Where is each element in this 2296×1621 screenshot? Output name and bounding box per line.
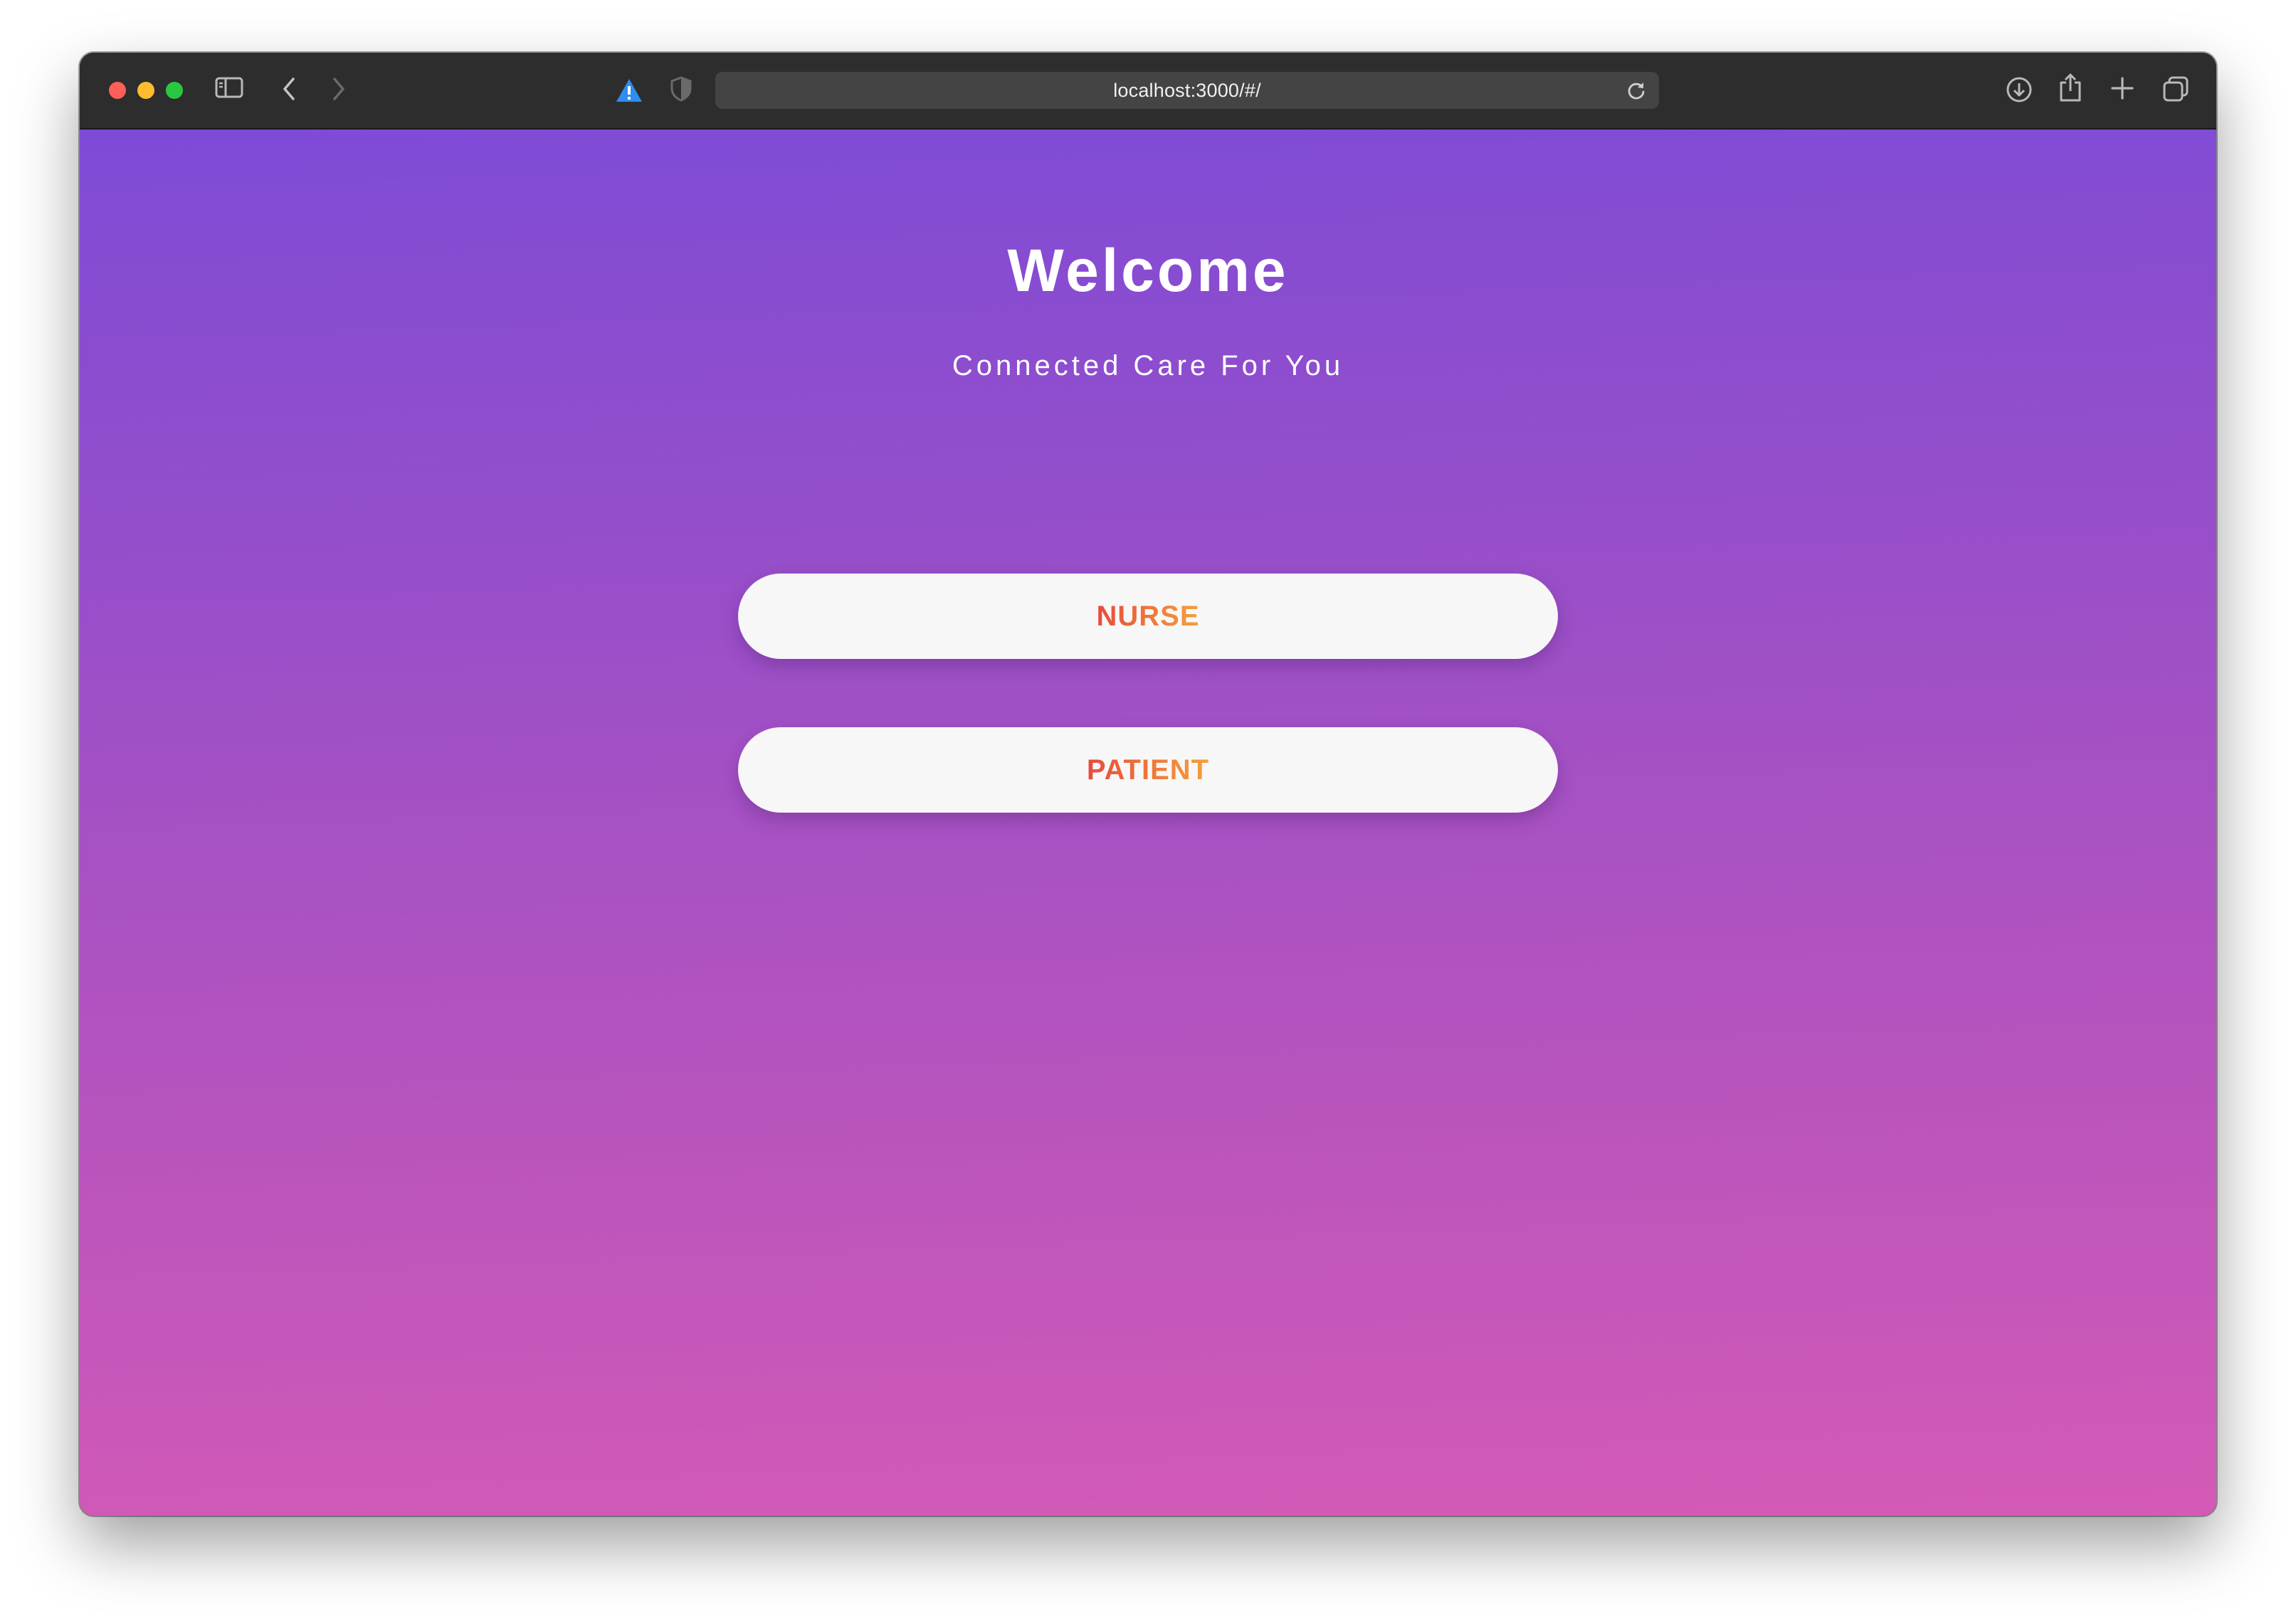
sidebar-icon[interactable]	[215, 76, 243, 99]
url-text: localhost:3000/#/	[1113, 79, 1261, 101]
reload-icon[interactable]	[1626, 80, 1646, 104]
share-icon[interactable]	[2058, 73, 2082, 102]
close-window-button[interactable]	[109, 82, 126, 99]
minimize-window-button[interactable]	[137, 82, 154, 99]
forward-icon[interactable]	[330, 76, 347, 102]
browser-toolbar: localhost:3000/#/	[80, 53, 2216, 130]
page-content: Welcome Connected Care For You NURSE PAT…	[80, 130, 2216, 1516]
nurse-button-label: NURSE	[1096, 600, 1200, 632]
maximize-window-button[interactable]	[166, 82, 183, 99]
warning-icon[interactable]	[615, 78, 643, 103]
nurse-button[interactable]: NURSE	[738, 574, 1558, 659]
desktop-background: localhost:3000/#/ Welcome Connected Care…	[0, 0, 2296, 1621]
new-tab-icon[interactable]	[2110, 76, 2134, 100]
back-icon[interactable]	[280, 76, 297, 102]
download-icon[interactable]	[2006, 76, 2033, 103]
patient-button-label: PATIENT	[1086, 754, 1210, 786]
shield-icon[interactable]	[670, 76, 692, 102]
address-bar[interactable]: localhost:3000/#/	[715, 72, 1659, 109]
page-subtitle: Connected Care For You	[952, 350, 1344, 381]
browser-window: localhost:3000/#/ Welcome Connected Care…	[80, 53, 2216, 1516]
tab-overview-icon[interactable]	[2162, 75, 2189, 102]
page-title: Welcome	[1007, 237, 1289, 304]
patient-button[interactable]: PATIENT	[738, 727, 1558, 813]
